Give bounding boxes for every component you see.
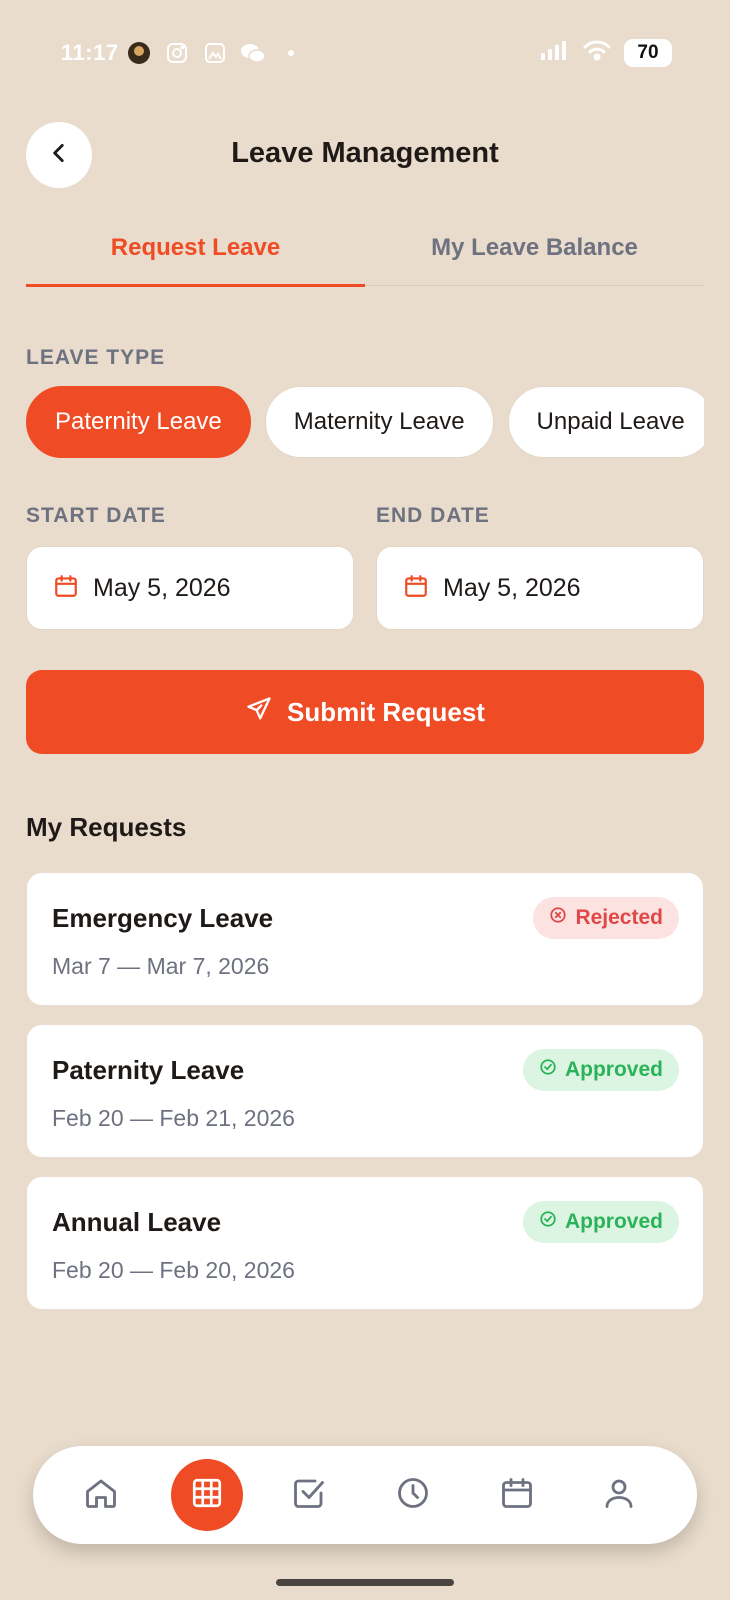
end-date-label: END DATE — [376, 504, 490, 527]
nav-tasks[interactable] — [273, 1459, 345, 1531]
nav-home[interactable] — [65, 1459, 137, 1531]
request-dates: Feb 20 — Feb 20, 2026 — [52, 1257, 295, 1283]
grid-icon — [190, 1476, 224, 1515]
wifi-icon — [582, 38, 612, 67]
request-dates: Mar 7 — Mar 7, 2026 — [52, 953, 270, 979]
notification-icons — [126, 40, 304, 66]
submit-request-button[interactable]: Submit Request — [26, 670, 704, 754]
tab-bar: Request Leave My Leave Balance — [26, 210, 704, 287]
gallery-icon — [202, 40, 228, 66]
chip-unpaid-leave[interactable]: Unpaid Leave — [507, 386, 704, 458]
end-date-value: May 5, 2026 — [443, 573, 581, 602]
start-date-value: May 5, 2026 — [93, 573, 231, 602]
tab-request-leave[interactable]: Request Leave — [26, 210, 365, 287]
status-text: Approved — [564, 1210, 663, 1233]
page-title: Leave Management — [231, 137, 499, 169]
wechat-icon — [240, 40, 266, 66]
avatar-notification-icon — [126, 40, 152, 66]
request-name: Paternity Leave — [52, 1055, 245, 1085]
tab-my-leave-balance[interactable]: My Leave Balance — [365, 210, 704, 286]
home-icon — [83, 1475, 119, 1516]
start-date-label: START DATE — [26, 504, 166, 527]
request-card[interactable]: Emergency Leave Mar 7 — Mar 7, 2026 Reje… — [26, 872, 704, 1006]
instagram-icon — [164, 40, 190, 66]
check-circle-icon — [539, 1210, 557, 1234]
status-badge-approved: Approved — [522, 1201, 679, 1243]
chip-maternity-leave[interactable]: Maternity Leave — [264, 386, 494, 458]
status-text: Rejected — [575, 906, 663, 929]
status-bar: 11:17 70 — [0, 0, 730, 108]
request-dates: Feb 20 — Feb 21, 2026 — [52, 1105, 295, 1131]
calendar-icon — [403, 573, 429, 604]
leave-type-chips: Paternity Leave Maternity Leave Unpaid L… — [26, 386, 704, 460]
start-date-field[interactable]: May 5, 2026 — [26, 546, 354, 630]
bottom-nav — [33, 1446, 697, 1544]
calendar-icon — [499, 1475, 535, 1516]
chip-paternity-leave[interactable]: Paternity Leave — [26, 386, 251, 458]
my-requests-title: My Requests — [26, 812, 187, 842]
check-circle-icon — [539, 1058, 557, 1082]
send-icon — [245, 695, 273, 730]
home-indicator — [276, 1579, 454, 1586]
x-circle-icon — [549, 906, 567, 930]
submit-label: Submit Request — [287, 696, 485, 727]
signal-icon — [540, 39, 570, 66]
request-name: Annual Leave — [52, 1207, 222, 1237]
request-card[interactable]: Annual Leave Feb 20 — Feb 20, 2026 Appro… — [26, 1176, 704, 1310]
nav-calendar[interactable] — [481, 1459, 553, 1531]
clock-icon — [395, 1475, 431, 1516]
checkbox-icon — [291, 1475, 327, 1516]
nav-history[interactable] — [377, 1459, 449, 1531]
battery-indicator: 70 — [624, 38, 672, 67]
nav-profile[interactable] — [583, 1459, 655, 1531]
calendar-icon — [53, 573, 79, 604]
status-badge-rejected: Rejected — [533, 897, 679, 939]
status-badge-approved: Approved — [522, 1049, 679, 1091]
request-card[interactable]: Paternity Leave Feb 20 — Feb 21, 2026 Ap… — [26, 1024, 704, 1158]
leave-type-label: LEAVE TYPE — [26, 346, 166, 369]
nav-grid[interactable] — [171, 1459, 243, 1531]
system-icons: 70 — [540, 38, 672, 67]
user-icon — [601, 1475, 637, 1516]
dot-icon — [278, 40, 304, 66]
status-time: 11:17 — [61, 40, 119, 65]
end-date-field[interactable]: May 5, 2026 — [376, 546, 704, 630]
status-text: Approved — [564, 1058, 663, 1081]
request-name: Emergency Leave — [52, 903, 274, 933]
